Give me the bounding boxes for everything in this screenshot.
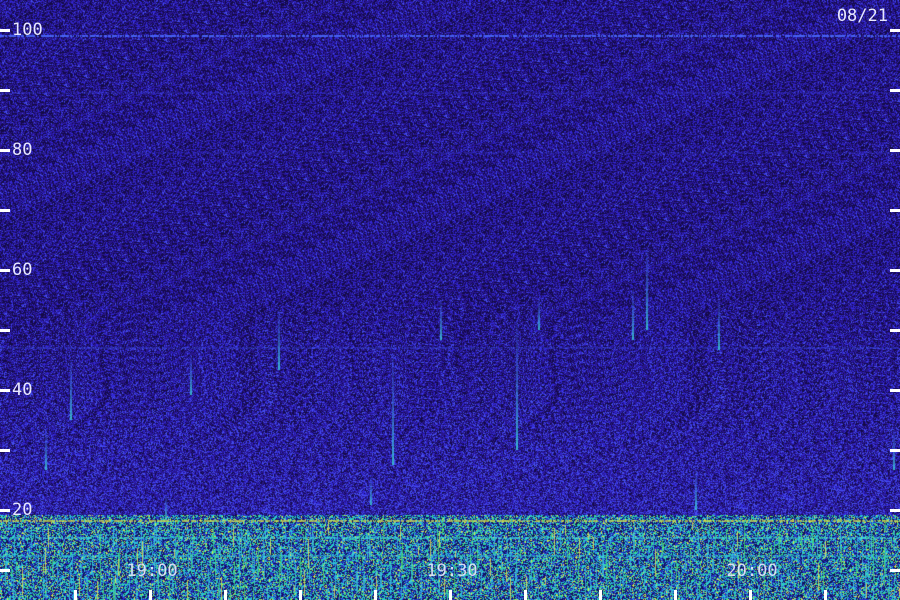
y-tick-right <box>890 89 900 92</box>
y-tick-right <box>890 29 900 32</box>
y-axis-label-40: 40 <box>12 380 33 400</box>
y-tick-left <box>0 89 10 92</box>
y-tick-right <box>890 209 900 212</box>
x-tick <box>74 590 77 600</box>
x-axis-label-2000: 20:00 <box>726 561 778 581</box>
x-tick <box>824 590 827 600</box>
y-tick-left <box>0 29 10 32</box>
y-tick-left <box>0 209 10 212</box>
y-tick-left <box>0 569 10 572</box>
x-axis-label-1900: 19:00 <box>126 561 178 581</box>
y-axis-label-80: 80 <box>12 140 33 160</box>
y-tick-right <box>890 329 900 332</box>
y-tick-left <box>0 449 10 452</box>
x-axis-label-1930: 19:30 <box>426 561 478 581</box>
y-tick-right <box>890 149 900 152</box>
x-tick <box>674 590 677 600</box>
x-tick <box>299 590 302 600</box>
y-tick-right <box>890 569 900 572</box>
y-tick-left <box>0 149 10 152</box>
x-tick <box>599 590 602 600</box>
y-tick-left <box>0 389 10 392</box>
x-tick <box>149 590 152 600</box>
date-label: 08/21 <box>836 6 888 26</box>
y-tick-right <box>890 449 900 452</box>
y-axis-label-100: 100 <box>12 20 43 40</box>
y-axis-label-60: 60 <box>12 260 33 280</box>
x-tick <box>374 590 377 600</box>
y-tick-left <box>0 509 10 512</box>
y-axis-label-20: 20 <box>12 500 33 520</box>
y-tick-right <box>890 389 900 392</box>
y-tick-right <box>890 509 900 512</box>
x-tick <box>224 590 227 600</box>
y-tick-left <box>0 269 10 272</box>
x-tick <box>524 590 527 600</box>
y-tick-left <box>0 329 10 332</box>
y-tick-right <box>890 269 900 272</box>
spectrogram-canvas <box>0 0 900 600</box>
x-tick <box>749 590 752 600</box>
spectrogram-view: 08/21 100 80 60 40 20 19:00 19:30 20:00 <box>0 0 900 600</box>
x-tick <box>449 590 452 600</box>
